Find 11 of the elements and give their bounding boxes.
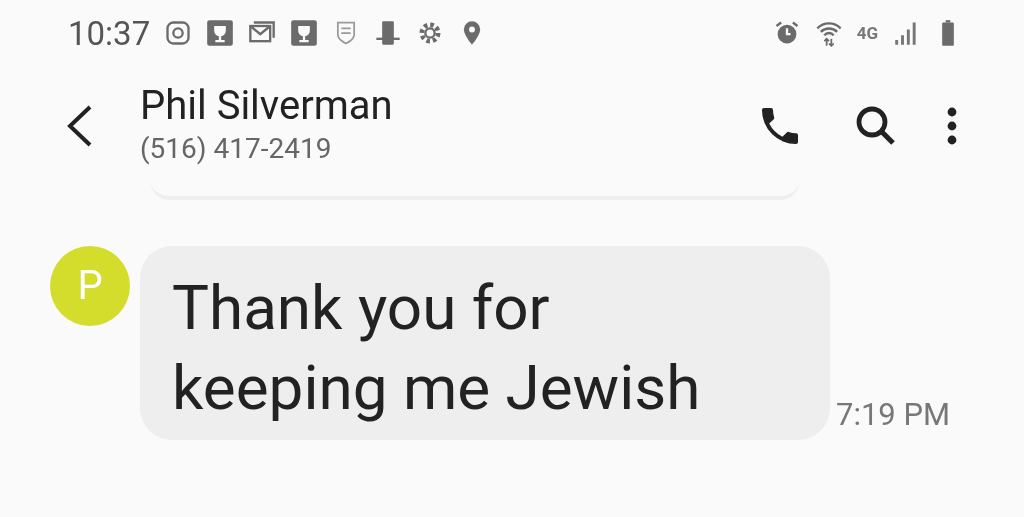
phone-number: (516) 417-2419 — [140, 130, 333, 166]
trophy-icon — [206, 19, 235, 47]
trophy-icon — [290, 19, 319, 47]
camera-icon — [164, 19, 193, 47]
contact-name: Phil Silverman — [140, 80, 393, 131]
network-type: 4G — [856, 24, 878, 42]
message-time: 7:19 PM — [836, 394, 951, 435]
message-bubble: Thank you for keeping me Jewish — [140, 246, 830, 440]
contact-avatar[interactable]: P — [50, 246, 130, 326]
status-time: 10:37 — [68, 16, 151, 50]
wifi-icon — [814, 19, 843, 47]
